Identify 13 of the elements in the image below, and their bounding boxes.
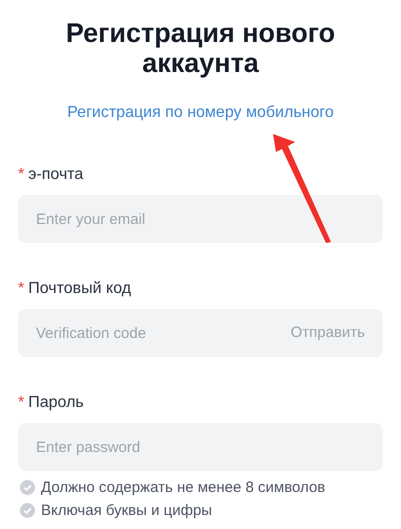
requirement-text: Включая буквы и цифры (41, 502, 212, 519)
field-label: э-почта (28, 166, 84, 184)
send-code-button[interactable]: Отправить (290, 324, 365, 341)
input-field[interactable]: Enter your email (18, 195, 383, 243)
field-label: Пароль (28, 394, 84, 412)
required-mark: * (18, 166, 24, 184)
required-mark: * (18, 394, 24, 412)
phone-registration-link[interactable]: Регистрация по номеру мобильного (67, 104, 334, 122)
input-field[interactable]: Enter password (18, 423, 383, 471)
field-label: Почтовый код (28, 280, 132, 298)
requirement-text: Должно содержать не менее 8 символов (41, 479, 326, 496)
page-title: Регистрация нового аккаунта (64, 18, 336, 78)
required-mark: * (18, 280, 24, 298)
